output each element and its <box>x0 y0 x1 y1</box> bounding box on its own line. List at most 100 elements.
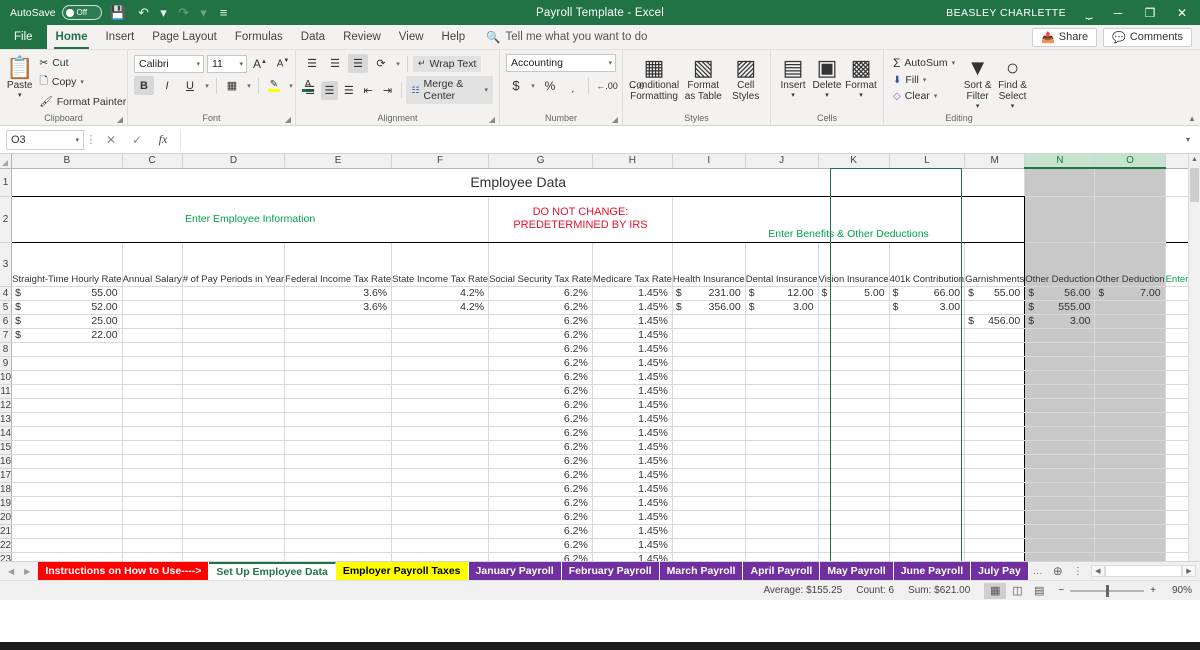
column-header-m[interactable]: M <box>964 154 1026 169</box>
cell-c11[interactable] <box>122 384 183 399</box>
cell-o5[interactable] <box>1094 300 1166 315</box>
cell-c14[interactable] <box>122 426 183 441</box>
cell-l4[interactable]: $66.00 <box>889 286 966 301</box>
cell-f17[interactable] <box>391 468 490 483</box>
cell-n23[interactable] <box>1024 552 1096 561</box>
cell-j8[interactable] <box>745 342 819 357</box>
row-header-20[interactable]: 20 <box>0 510 13 525</box>
cell-c19[interactable] <box>122 496 183 511</box>
cell-k4[interactable]: $5.00 <box>818 286 890 301</box>
cell-j19[interactable] <box>745 496 819 511</box>
name-box-chevron-down-icon[interactable]: ▾ <box>75 136 79 144</box>
cell-i8[interactable] <box>672 342 746 357</box>
cell-d8[interactable] <box>182 342 286 357</box>
cell-f5[interactable]: 4.2% <box>391 300 490 315</box>
cell-j22[interactable] <box>745 538 819 553</box>
row-header-11[interactable]: 11 <box>0 384 13 399</box>
row-header-18[interactable]: 18 <box>0 482 13 497</box>
cell-m16[interactable] <box>964 454 1026 469</box>
cell-h12[interactable]: 1.45% <box>592 398 673 413</box>
paste-dropdown-icon[interactable]: ▾ <box>18 91 22 99</box>
cell-g20[interactable]: 6.2% <box>488 510 593 525</box>
sort-filter-button[interactable]: ▼ Sort & Filter ▾ <box>962 54 993 111</box>
sheet-tab-4[interactable]: February Payroll <box>561 562 660 580</box>
align-right-button[interactable]: ☰ <box>341 81 357 100</box>
cell-d20[interactable] <box>182 510 286 525</box>
cell-l9[interactable] <box>889 356 966 371</box>
cell-h9[interactable]: 1.45% <box>592 356 673 371</box>
cell-b19[interactable] <box>11 496 123 511</box>
row-header-14[interactable]: 14 <box>0 426 13 441</box>
sheet-overflow-icon[interactable]: … <box>1029 562 1047 580</box>
cell-h4[interactable]: 1.45% <box>592 286 673 301</box>
zoom-slider-handle[interactable] <box>1106 584 1110 597</box>
cell-g11[interactable]: 6.2% <box>488 384 593 399</box>
cell-m15[interactable] <box>964 440 1026 455</box>
copy-dropdown-icon[interactable]: ▾ <box>80 78 84 86</box>
header-cell-i[interactable]: Health Insurance <box>672 242 746 287</box>
comma-format-button[interactable]: ͵ <box>563 76 583 95</box>
header-cell-l[interactable]: 401k Contribution <box>889 242 966 287</box>
cell-o19[interactable] <box>1094 496 1166 511</box>
cell-b23[interactable] <box>11 552 123 561</box>
undo-dropdown-icon[interactable]: ▾ <box>160 4 168 22</box>
number-format-chevron-down-icon[interactable]: ▾ <box>602 59 612 67</box>
sheet-tab-6[interactable]: April Payroll <box>743 562 821 580</box>
cell-n6[interactable]: $3.00 <box>1024 314 1096 329</box>
cell-e10[interactable] <box>284 370 393 385</box>
cell-g4[interactable]: 6.2% <box>488 286 593 301</box>
cell-c13[interactable] <box>122 412 183 427</box>
accounting-dropdown-icon[interactable]: ▾ <box>529 76 537 95</box>
cell-n1[interactable] <box>1024 167 1096 197</box>
row-header-23[interactable]: 23 <box>0 552 13 561</box>
cell-l21[interactable] <box>889 524 966 539</box>
cell-g13[interactable]: 6.2% <box>488 412 593 427</box>
cell-b9[interactable] <box>11 356 123 371</box>
cell-i15[interactable] <box>672 440 746 455</box>
vertical-scroll-thumb[interactable] <box>1190 168 1199 202</box>
cell-j15[interactable] <box>745 440 819 455</box>
zoom-slider[interactable]: − + <box>1058 584 1156 597</box>
cell-n12[interactable] <box>1024 398 1096 413</box>
cell-b22[interactable] <box>11 538 123 553</box>
cell-k21[interactable] <box>818 524 890 539</box>
cell-j5[interactable]: $3.00 <box>745 300 819 315</box>
cell-o2[interactable] <box>1094 196 1166 243</box>
cell-i9[interactable] <box>672 356 746 371</box>
row-header-10[interactable]: 10 <box>0 370 13 385</box>
cell-i5[interactable]: $356.00 <box>672 300 746 315</box>
page-layout-view-icon[interactable]: ◫ <box>1006 583 1028 599</box>
delete-cells-button[interactable]: ▣ Delete ▾ <box>811 54 843 100</box>
cell-m11[interactable] <box>964 384 1026 399</box>
header-cell-h[interactable]: Medicare Tax Rate <box>592 242 673 287</box>
zoom-in-button[interactable]: + <box>1150 585 1156 596</box>
zoom-slider-track[interactable] <box>1070 584 1145 597</box>
cell-d22[interactable] <box>182 538 286 553</box>
column-header-b[interactable]: B <box>11 154 123 169</box>
cell-c9[interactable] <box>122 356 183 371</box>
cell-k12[interactable] <box>818 398 890 413</box>
cell-i12[interactable] <box>672 398 746 413</box>
cell-h5[interactable]: 1.45% <box>592 300 673 315</box>
cell-f16[interactable] <box>391 454 490 469</box>
cell-i14[interactable] <box>672 426 746 441</box>
sheet-nav-arrows[interactable]: ◀ ▶ <box>0 562 38 580</box>
cell-b20[interactable] <box>11 510 123 525</box>
header-cell-m[interactable]: Garnishments <box>964 242 1026 287</box>
cell-m21[interactable] <box>964 524 1026 539</box>
cell-m7[interactable] <box>964 328 1026 343</box>
font-name-chevron-down-icon[interactable]: ▾ <box>190 60 200 68</box>
autosave-toggle[interactable]: AutoSave Off <box>10 5 102 20</box>
autosum-button[interactable]: Σ AutoSum ▾ <box>890 55 958 71</box>
cell-n15[interactable] <box>1024 440 1096 455</box>
hscroll-right-icon[interactable]: ▶ <box>1182 565 1196 577</box>
cell-g12[interactable]: 6.2% <box>488 398 593 413</box>
cell-f21[interactable] <box>391 524 490 539</box>
column-header-l[interactable]: L <box>889 154 966 169</box>
header-cell-f[interactable]: State Income Tax Rate <box>391 242 490 287</box>
cell-d23[interactable] <box>182 552 286 561</box>
redo-icon[interactable]: ↷ <box>174 4 194 22</box>
sheet-options-icon[interactable]: ⋮ <box>1069 562 1087 580</box>
cell-n2[interactable] <box>1024 196 1096 243</box>
spreadsheet-grid[interactable]: BCDEFGHIJKLMNOPQRS1Employee Data2Enter E… <box>0 154 1200 561</box>
